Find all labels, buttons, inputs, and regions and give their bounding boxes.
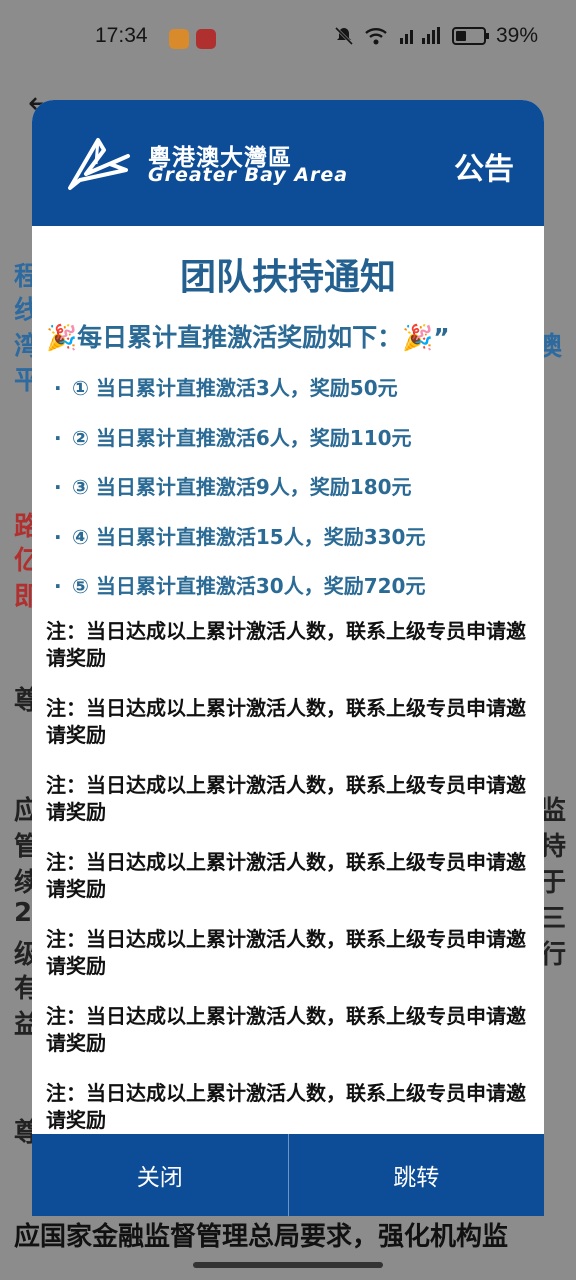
dialog-body[interactable]: 团队扶持通知 🎉每日累计直推激活奖励如下：🎉” · ① 当日累计直推激活3人，奖励… <box>32 226 544 1134</box>
jump-button[interactable]: 跳转 <box>289 1134 545 1216</box>
wifi-icon <box>365 28 387 45</box>
note-text: 注：当日达成以上累计激活人数，联系上级专员申请邀请奖励 <box>46 850 526 901</box>
note-text: 注：当日达成以上累计激活人数，联系上级专员申请邀请奖励 <box>46 927 526 978</box>
reward-text: ④ 当日累计直推激活15人，奖励330元 <box>72 524 426 549</box>
notice-subtitle: 🎉每日累计直推激活奖励如下：🎉” <box>46 323 450 352</box>
reward-text: ① 当日累计直推激活3人，奖励50元 <box>72 376 398 400</box>
reward-text: ② 当日累计直推激活6人，奖励110元 <box>72 425 412 450</box>
reward-text: ⑤ 当日累计直推激活30人，奖励720元 <box>72 574 426 598</box>
dialog-header: 粵港澳大灣區 Greater Bay Area 公告 <box>32 100 544 226</box>
close-button[interactable]: 关闭 <box>32 1134 288 1216</box>
notice-title: 团队扶持通知 <box>179 257 396 298</box>
reward-item: · ④ 当日累计直推激活15人，奖励330元 <box>54 524 426 549</box>
reward-item: · ② 当日累计直推激活6人，奖励110元 <box>54 425 412 450</box>
announcement-dialog: 粵港澳大灣區 Greater Bay Area 公告 团队扶持通知 🎉每日累计直… <box>32 100 544 1216</box>
header-notice-label: 公告 <box>454 152 514 187</box>
note-text: 注：当日达成以上累计激活人数，联系上级专员申请邀请奖励 <box>46 696 526 747</box>
notification-app-icon <box>196 29 216 49</box>
home-indicator[interactable] <box>193 1262 383 1268</box>
note-text: 注：当日达成以上累计激活人数，联系上级专员申请邀请奖励 <box>46 1081 526 1132</box>
logo-english-text: Greater Bay Area <box>148 164 349 186</box>
reward-list: · ① 当日累计直推激活3人，奖励50元 · ② 当日累计直推激活6人，奖励110元… <box>54 372 425 620</box>
status-time: 17:34 <box>95 24 148 47</box>
reward-text: ③ 当日累计直推激活9人，奖励180元 <box>72 475 412 499</box>
background-text: 应国家金融监督管理总局要求，强化机构监 <box>14 1222 509 1252</box>
note-text: 注：当日达成以上累计激活人数，联系上级专员申请邀请奖励 <box>46 1004 526 1055</box>
note-list: 注：当日达成以上累计激活人数，联系上级专员申请邀请奖励 注：当日达成以上累计激活… <box>46 618 532 1134</box>
signal-icon <box>399 27 440 44</box>
reward-item: · ① 当日累计直推激活3人，奖励50元 <box>54 376 398 400</box>
reward-item: · ⑤ 当日累计直推激活30人，奖励720元 <box>54 574 426 598</box>
battery-percent: 39% <box>495 24 538 47</box>
note-text: 注：当日达成以上累计激活人数，联系上级专员申请邀请奖励 <box>46 619 526 670</box>
mute-icon <box>334 26 354 46</box>
note-text: 注：当日达成以上累计激活人数，联系上级专员申请邀请奖励 <box>46 773 526 824</box>
status-icons: 39% <box>334 24 538 48</box>
reward-item: · ③ 当日累计直推激活9人，奖励180元 <box>54 475 412 499</box>
status-bar: 17:34 39% <box>0 0 576 78</box>
greater-bay-area-logo-icon <box>68 138 130 190</box>
battery-icon <box>451 27 489 45</box>
dialog-footer: 关闭 跳转 <box>32 1134 544 1216</box>
notification-app-icon <box>169 29 189 49</box>
